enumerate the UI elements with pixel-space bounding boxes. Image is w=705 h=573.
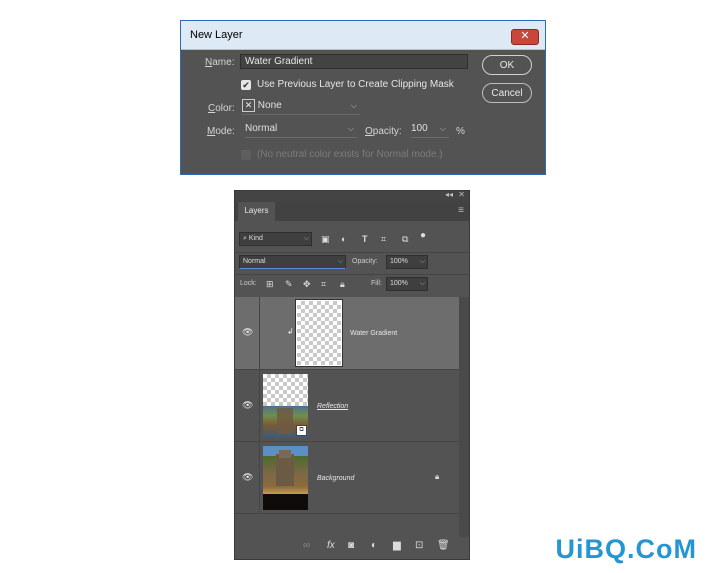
layer-thumbnail [263, 446, 308, 510]
layers-bottom-toolbar: ∞ fx ◙ ◐ ▆ ⊡ 🗑︎ [235, 533, 469, 559]
close-icon[interactable]: ✕ [458, 190, 465, 199]
opacity-input[interactable]: 100 ⌵ [411, 121, 449, 138]
layer-opacity-input[interactable]: 100% ⌵ [386, 255, 428, 269]
fill-value: 100% [390, 280, 408, 287]
lock-row: Lock: ⊞ ✎ ✥ ⌗ 🔒︎ Fill: 100% ⌵ [235, 277, 469, 293]
filter-row: ⌕ Kind ⌵ ▣ ◐ T ⌗ ⧉ ● [235, 231, 469, 249]
type-filter-icon[interactable]: T [362, 234, 368, 244]
color-select[interactable]: ✕ None ⌵ [242, 98, 360, 115]
color-label: Color: [208, 103, 235, 114]
panel-header: ◂◂ ✕ [235, 190, 469, 202]
chevron-down-icon: ⌵ [337, 258, 343, 265]
layer-thumbnail [296, 300, 342, 366]
cancel-button[interactable]: Cancel [482, 83, 532, 103]
name-input[interactable]: Water Gradient [240, 54, 468, 69]
opacity-value: 100 [411, 123, 428, 134]
layer-row-reflection[interactable]: 👁︎ ⧉ Reflection [235, 370, 459, 442]
opacity-label: Opacity: [365, 126, 402, 137]
dialog-title: New Layer [190, 29, 243, 41]
folder-icon[interactable]: ▆ [393, 541, 401, 551]
layer-name: Reflection [317, 403, 349, 410]
opacity-label: Opacity: [352, 258, 378, 265]
layer-row-water-gradient[interactable]: 👁︎ ↲ Water Gradient [235, 297, 459, 370]
new-layer-dialog: New Layer ✕ Name: Water Gradient ✔ Use P… [180, 20, 546, 175]
lock-image-icon[interactable]: ✎ [285, 279, 293, 289]
trash-icon[interactable]: 🗑︎ [437, 541, 450, 551]
collapse-icon[interactable]: ◂◂ [445, 190, 453, 199]
blend-row: Normal ⌵ Opacity: 100% ⌵ [235, 255, 469, 271]
opacity-unit: % [456, 126, 465, 137]
neutral-color-checkbox [241, 150, 251, 160]
close-icon[interactable]: ✕ [511, 29, 539, 45]
adjustment-filter-icon[interactable]: ◐ [341, 234, 346, 244]
chevron-down-icon: ⌵ [439, 124, 446, 133]
panel-menu-icon[interactable]: ≡ [458, 205, 464, 216]
mode-value: Normal [245, 123, 278, 134]
search-icon: ⌕ [243, 235, 247, 242]
lock-artboard-icon[interactable]: ⌗ [321, 279, 326, 289]
chevron-down-icon: ⌵ [350, 101, 357, 110]
chevron-down-icon: ⌵ [303, 235, 309, 242]
pixel-filter-icon[interactable]: ▣ [321, 234, 330, 244]
watermark: UiBQ.CoM [555, 534, 697, 564]
layer-name: Background [317, 475, 355, 482]
filter-kind-value: Kind [248, 235, 263, 242]
none-swatch-icon: ✕ [242, 98, 255, 112]
adjustment-layer-icon[interactable]: ◐ [371, 541, 377, 551]
fill-input[interactable]: 100% ⌵ [386, 277, 428, 291]
layer-opacity-value: 100% [390, 258, 408, 265]
blend-mode-select[interactable]: Normal ⌵ [239, 255, 346, 269]
smart-object-filter-icon[interactable]: ⧉ [402, 234, 408, 244]
tab-layers[interactable]: Layers [238, 202, 275, 221]
blend-mode-value: Normal [243, 258, 266, 265]
lock-label: Lock: [240, 280, 257, 287]
clip-mask-label: Use Previous Layer to Create Clipping Ma… [257, 79, 454, 90]
lock-position-icon[interactable]: ✥ [303, 279, 311, 289]
eye-icon[interactable]: 👁︎ [242, 472, 253, 483]
ok-button[interactable]: OK [482, 55, 532, 75]
mode-select[interactable]: Normal ⌵ [245, 121, 357, 138]
layers-scrollbar[interactable] [459, 297, 469, 537]
dialog-title-bar[interactable]: New Layer ✕ [181, 21, 545, 50]
lock-icon: 🔒︎ [435, 472, 440, 481]
name-label: Name: [205, 57, 235, 68]
chevron-down-icon: ⌵ [347, 124, 354, 133]
filter-toggle-icon[interactable]: ● [420, 231, 426, 241]
link-layers-icon[interactable]: ∞ [303, 541, 310, 551]
lock-all-icon[interactable]: 🔒︎ [340, 279, 345, 289]
new-layer-icon[interactable]: ⊡ [415, 541, 423, 551]
neutral-color-note: (No neutral color exists for Normal mode… [257, 149, 443, 160]
layers-list: 👁︎ ↲ Water Gradient 👁︎ ⧉ Reflection 👁︎ B… [235, 297, 459, 527]
add-mask-icon[interactable]: ◙ [348, 541, 354, 551]
mode-label: Mode: [207, 126, 235, 137]
layers-panel: ◂◂ ✕ Layers ≡ ⌕ Kind ⌵ ▣ ◐ T ⌗ ⧉ ● Norma… [234, 190, 470, 560]
chevron-down-icon: ⌵ [419, 258, 425, 265]
fill-label: Fill: [371, 280, 382, 287]
eye-icon[interactable]: 👁︎ [242, 327, 253, 338]
color-value: None [257, 100, 282, 111]
shape-filter-icon[interactable]: ⌗ [381, 234, 386, 244]
layer-name: Water Gradient [350, 330, 398, 337]
lock-transparent-icon[interactable]: ⊞ [266, 279, 274, 289]
filter-kind-select[interactable]: ⌕ Kind ⌵ [239, 232, 312, 246]
eye-icon[interactable]: 👁︎ [242, 400, 253, 411]
panel-tab-row: Layers ≡ [235, 202, 469, 221]
layer-row-background[interactable]: 👁︎ Background 🔒︎ [235, 442, 459, 514]
layer-thumbnail: ⧉ [263, 374, 308, 438]
clip-mask-checkbox[interactable]: ✔ [241, 80, 251, 90]
chevron-down-icon: ⌵ [419, 280, 425, 287]
fx-icon[interactable]: fx [327, 541, 335, 551]
clip-arrow-icon: ↲ [287, 327, 294, 336]
